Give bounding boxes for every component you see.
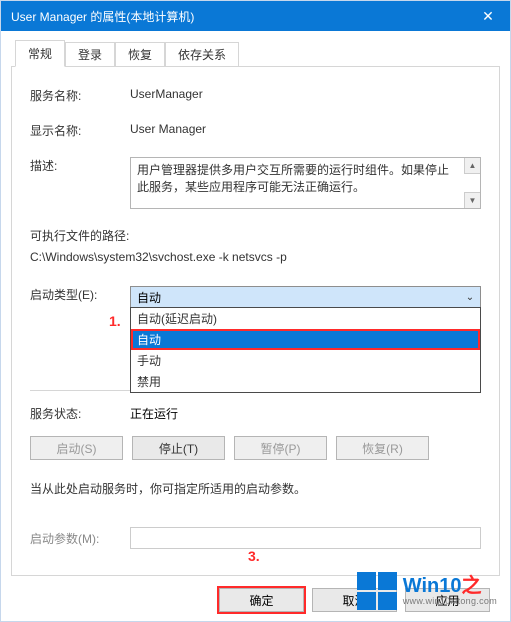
- option-auto[interactable]: 自动: [131, 329, 480, 350]
- option-disabled[interactable]: 禁用: [131, 371, 480, 392]
- annotation-3: 3.: [248, 548, 260, 564]
- stop-button[interactable]: 停止(T): [132, 436, 225, 460]
- pause-button[interactable]: 暂停(P): [234, 436, 327, 460]
- startup-type-dropdown: 自动(延迟启动) 自动 手动 禁用: [130, 307, 481, 393]
- tab-logon[interactable]: 登录: [65, 42, 115, 69]
- button-label: 恢复(R): [362, 440, 403, 457]
- tab-label: 登录: [78, 48, 102, 62]
- label-start-params: 启动参数(M):: [30, 530, 130, 547]
- ok-button[interactable]: 确定: [219, 588, 304, 612]
- content-panel: 常规 登录 恢复 依存关系 服务名称: UserManager 显示名称: Us…: [1, 31, 510, 621]
- combo-selected-text: 自动: [137, 289, 161, 306]
- tab-dependencies[interactable]: 依存关系: [165, 42, 239, 69]
- option-auto-delayed[interactable]: 自动(延迟启动): [131, 308, 480, 329]
- label-description: 描述:: [30, 157, 130, 174]
- close-button[interactable]: ✕: [466, 1, 510, 31]
- brand-zhi: 之: [461, 575, 481, 597]
- value-display-name: User Manager: [130, 122, 481, 136]
- label-exe-path: 可执行文件的路径:: [30, 227, 481, 244]
- tab-general[interactable]: 常规: [15, 40, 65, 67]
- startup-type-combobox[interactable]: 自动 ⌄: [130, 286, 481, 308]
- watermark-brand: Win10之: [403, 576, 497, 597]
- tab-label: 依存关系: [178, 48, 226, 62]
- start-param-note: 当从此处启动服务时，你可指定所适用的启动参数。: [30, 480, 481, 497]
- window-title: User Manager 的属性(本地计算机): [11, 8, 466, 25]
- close-icon: ✕: [482, 8, 494, 25]
- value-service-name: UserManager: [130, 87, 481, 101]
- button-label: 启动(S): [57, 440, 97, 457]
- button-label: 暂停(P): [261, 440, 301, 457]
- value-exe-path: C:\Windows\system32\svchost.exe -k netsv…: [30, 250, 481, 264]
- option-label: 自动(延迟启动): [137, 312, 217, 326]
- value-service-status: 正在运行: [130, 405, 178, 422]
- label-service-name: 服务名称:: [30, 87, 130, 104]
- description-box[interactable]: 用户管理器提供多用户交互所需要的运行时组件。如果停止此服务，某些应用程序可能无法…: [130, 157, 481, 209]
- scroll-down-icon[interactable]: ▼: [464, 192, 480, 208]
- watermark-url: www.win10xitong.com: [403, 597, 497, 606]
- button-label: 确定: [249, 592, 273, 609]
- brand-main: Win10: [403, 575, 462, 597]
- tab-label: 恢复: [128, 48, 152, 62]
- tabstrip: 常规 登录 恢复 依存关系: [15, 40, 500, 67]
- start-button[interactable]: 启动(S): [30, 436, 123, 460]
- option-manual[interactable]: 手动: [131, 350, 480, 371]
- option-label: 禁用: [137, 375, 161, 389]
- description-text: 用户管理器提供多用户交互所需要的运行时组件。如果停止此服务，某些应用程序可能无法…: [137, 162, 474, 196]
- label-display-name: 显示名称:: [30, 122, 130, 139]
- annotation-1: 1.: [109, 313, 121, 329]
- button-label: 停止(T): [159, 440, 198, 457]
- chevron-down-icon: ⌄: [462, 289, 478, 305]
- tab-recovery[interactable]: 恢复: [115, 42, 165, 69]
- windows-logo-icon: [357, 572, 397, 610]
- label-startup-type: 启动类型(E):: [30, 286, 130, 303]
- titlebar: User Manager 的属性(本地计算机) ✕: [1, 1, 510, 31]
- watermark: Win10之 www.win10xitong.com: [357, 572, 497, 610]
- tab-page-general: 服务名称: UserManager 显示名称: User Manager 描述:…: [11, 66, 500, 576]
- label-service-status: 服务状态:: [30, 405, 130, 422]
- resume-button[interactable]: 恢复(R): [336, 436, 429, 460]
- option-label: 手动: [137, 354, 161, 368]
- tab-label: 常规: [28, 47, 52, 61]
- option-label: 自动: [137, 333, 161, 347]
- scroll-up-icon[interactable]: ▲: [464, 158, 480, 174]
- start-params-input[interactable]: [130, 527, 481, 549]
